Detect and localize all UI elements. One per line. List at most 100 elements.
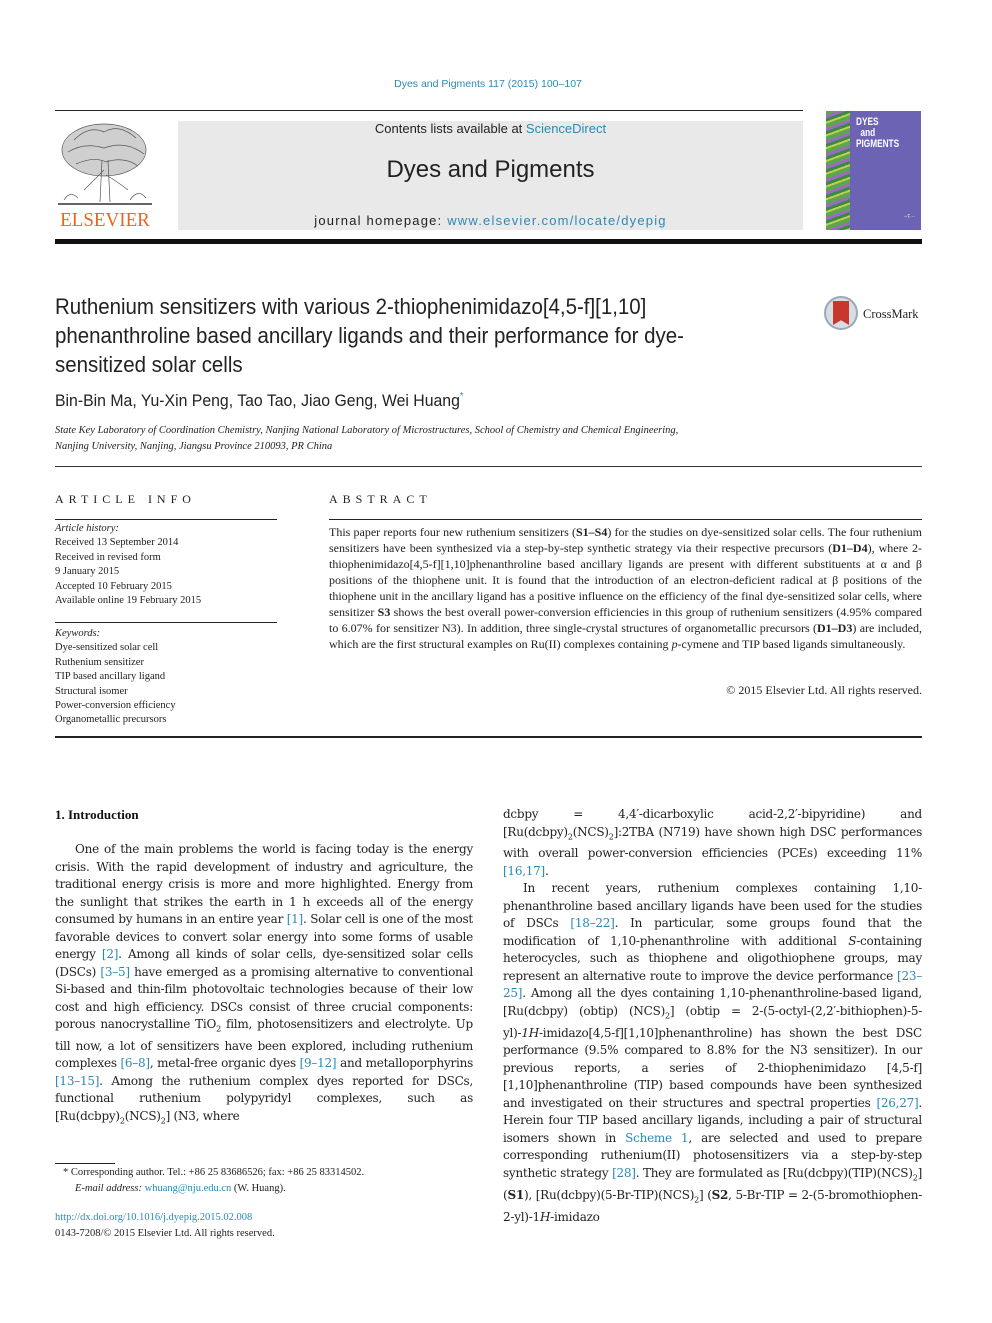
compound-label: S2 [711,1187,729,1202]
keyword-item: Ruthenium sensitizer [55,656,144,668]
crossmark-button[interactable]: CrossMark [824,296,924,336]
body-column-right: dcbpy = 4,4′-dicarboxylic acid-2,2′-bipy… [503,806,922,1226]
article-title: Ruthenium sensitizers with various 2-thi… [55,294,684,377]
citation-link[interactable]: [18–22] [570,916,614,930]
text: -imidazo [550,1209,600,1224]
contents-line: Contents lists available at ScienceDirec… [178,121,803,136]
text: -imidazo[4,5-f][1,10]phenanthroline) has… [503,1025,922,1110]
header-thick-rule [55,239,922,244]
cover-title-line: PIGMENTS [856,138,900,150]
footnote-text: Corresponding author. Tel.: +86 25 83686… [68,1167,365,1178]
authors-text: Bin-Bin Ma, Yu-Xin Peng, Tao Tao, Jiao G… [55,391,460,410]
section-heading-introduction: 1. Introduction [55,807,139,822]
top-rule [55,110,803,111]
article-history-label: Article history: [55,523,119,534]
text: . [544,863,549,878]
body-column-left: One of the main problems the world is fa… [55,841,473,1130]
keywords-label: Keywords: [55,628,101,639]
keyword-item: Power-conversion efficiency [55,700,176,712]
history-item: Received 13 September 2014 [55,537,179,549]
footnote-marker: * [63,1167,69,1178]
keyword-item: TIP based ancillary ligand [55,671,166,683]
abstract-text: This paper reports four new ruthenium se… [329,524,922,652]
sciencedirect-link[interactable]: ScienceDirect [526,121,606,136]
affiliation-line: State Key Laboratory of Coordination Che… [55,425,679,436]
paragraph: In recent years, ruthenium complexes con… [503,880,922,1226]
citation-link[interactable]: [1] [287,912,304,926]
text: and metalloporphyrins [336,1056,474,1071]
affiliation: State Key Laboratory of Coordination Che… [55,423,815,455]
journal-title: Dyes and Pigments [386,156,595,183]
corresponding-author-footnote: * Corresponding author. Tel.: +86 25 836… [55,1165,475,1196]
footnote-text: (W. Huang). [231,1182,286,1194]
text: (NCS) [572,824,609,839]
history-item: Available online 19 February 2015 [55,595,202,607]
divider [55,466,922,467]
cover-artwork [826,111,850,230]
journal-citation-link[interactable]: Dyes and Pigments 117 (2015) 100–107 [0,78,976,90]
cover-title: DYES and PIGMENTS [856,117,899,150]
compound-label: D1–D3 [817,621,853,635]
affiliation-line: Nanjing University, Nanjing, Jiangsu Pro… [55,441,333,452]
issn-copyright: 0143-7208/© 2015 Elsevier Ltd. All right… [55,1227,275,1239]
divider [55,736,922,738]
compound-label: S1 [507,1187,524,1202]
divider [55,622,277,623]
keywords: Keywords: Dye-sensitized solar cell Ruth… [55,627,277,728]
text: (NCS) [124,1108,161,1123]
paragraph: dcbpy = 4,4′-dicarboxylic acid-2,2′-bipy… [503,806,922,880]
elsevier-logo[interactable]: ELSEVIER [54,120,156,232]
citation-link[interactable]: [6–8] [120,1056,150,1070]
compound-label: S1–S4 [575,525,608,539]
scheme-link[interactable]: Scheme 1 [625,1131,689,1145]
footnote-line: E-mail address: whuang@nju.edu.cn (W. Hu… [55,1181,475,1197]
citation-link[interactable]: [28] [612,1166,636,1180]
cover-publisher-mark: ◦·ʕ··· [904,214,915,220]
footnote-rule [55,1163,115,1164]
article-history: Article history: Received 13 September 2… [55,522,277,608]
doi-link[interactable]: http://dx.doi.org/10.1016/j.dyepig.2015.… [55,1212,252,1223]
citation-link[interactable]: [13–15] [55,1074,99,1088]
keyword-item: Organometallic precursors [55,714,167,726]
corresponding-author-marker[interactable]: * [460,391,464,402]
homepage-prefix: journal homepage: [314,213,448,228]
journal-homepage-link[interactable]: www.elsevier.com/locate/dyepig [447,213,667,228]
article-info-heading: ARTICLE INFO [55,492,196,506]
author-list: Bin-Bin Ma, Yu-Xin Peng, Tao Tao, Jiao G… [55,391,464,411]
text: . Among the ruthenium complex dyes repor… [55,1073,473,1123]
elsevier-wordmark: ELSEVIER [60,209,150,231]
citation-link[interactable]: [26,27] [876,1096,918,1110]
citation-link[interactable]: [3–5] [100,965,130,979]
journal-cover-image[interactable]: DYES and PIGMENTS ◦·ʕ··· [826,111,921,230]
divider [329,519,922,520]
doi-block: http://dx.doi.org/10.1016/j.dyepig.2015.… [55,1210,475,1241]
elsevier-tree-icon [54,120,156,208]
abstract-span: -cymene and TIP based ligands simultaneo… [677,637,906,651]
text: ), [Ru(dcbpy)(5-Br-TIP)(NCS) [523,1187,695,1202]
text: . They are formulated as [Ru(dcbpy)(TIP)… [635,1165,913,1180]
crossmark-label: CrossMark [863,307,919,321]
text: ] (N3, where [165,1108,240,1123]
email-label: E-mail address: [75,1182,145,1194]
citation-link[interactable]: [9–12] [300,1056,337,1070]
footnote-line: * Corresponding author. Tel.: +86 25 836… [55,1165,475,1181]
keyword-item: Dye-sensitized solar cell [55,642,159,654]
history-item: Received in revised form [55,551,161,563]
italic-text: 1H [521,1025,539,1040]
abstract-heading: ABSTRACT [329,492,432,506]
homepage-line: journal homepage: www.elsevier.com/locat… [178,213,803,228]
abstract-span: This paper reports four new ruthenium se… [329,525,576,539]
paragraph: One of the main problems the world is fa… [55,841,473,1130]
text: ] ( [699,1187,712,1202]
compound-label: S3 [377,605,391,619]
compound-label: D1–D4 [832,541,868,555]
abstract-copyright: © 2015 Elsevier Ltd. All rights reserved… [726,683,922,697]
citation-link[interactable]: [2] [102,947,119,961]
history-item: 9 January 2015 [55,566,120,578]
italic-text: H [539,1209,551,1224]
journal-header-box: Contents lists available at ScienceDirec… [178,121,803,230]
author-email-link[interactable]: whuang@nju.edu.cn [145,1183,232,1194]
keyword-item: Structural isomer [55,685,128,697]
text: , metal-free organic dyes [149,1056,300,1071]
citation-link[interactable]: [16,17] [503,864,545,878]
